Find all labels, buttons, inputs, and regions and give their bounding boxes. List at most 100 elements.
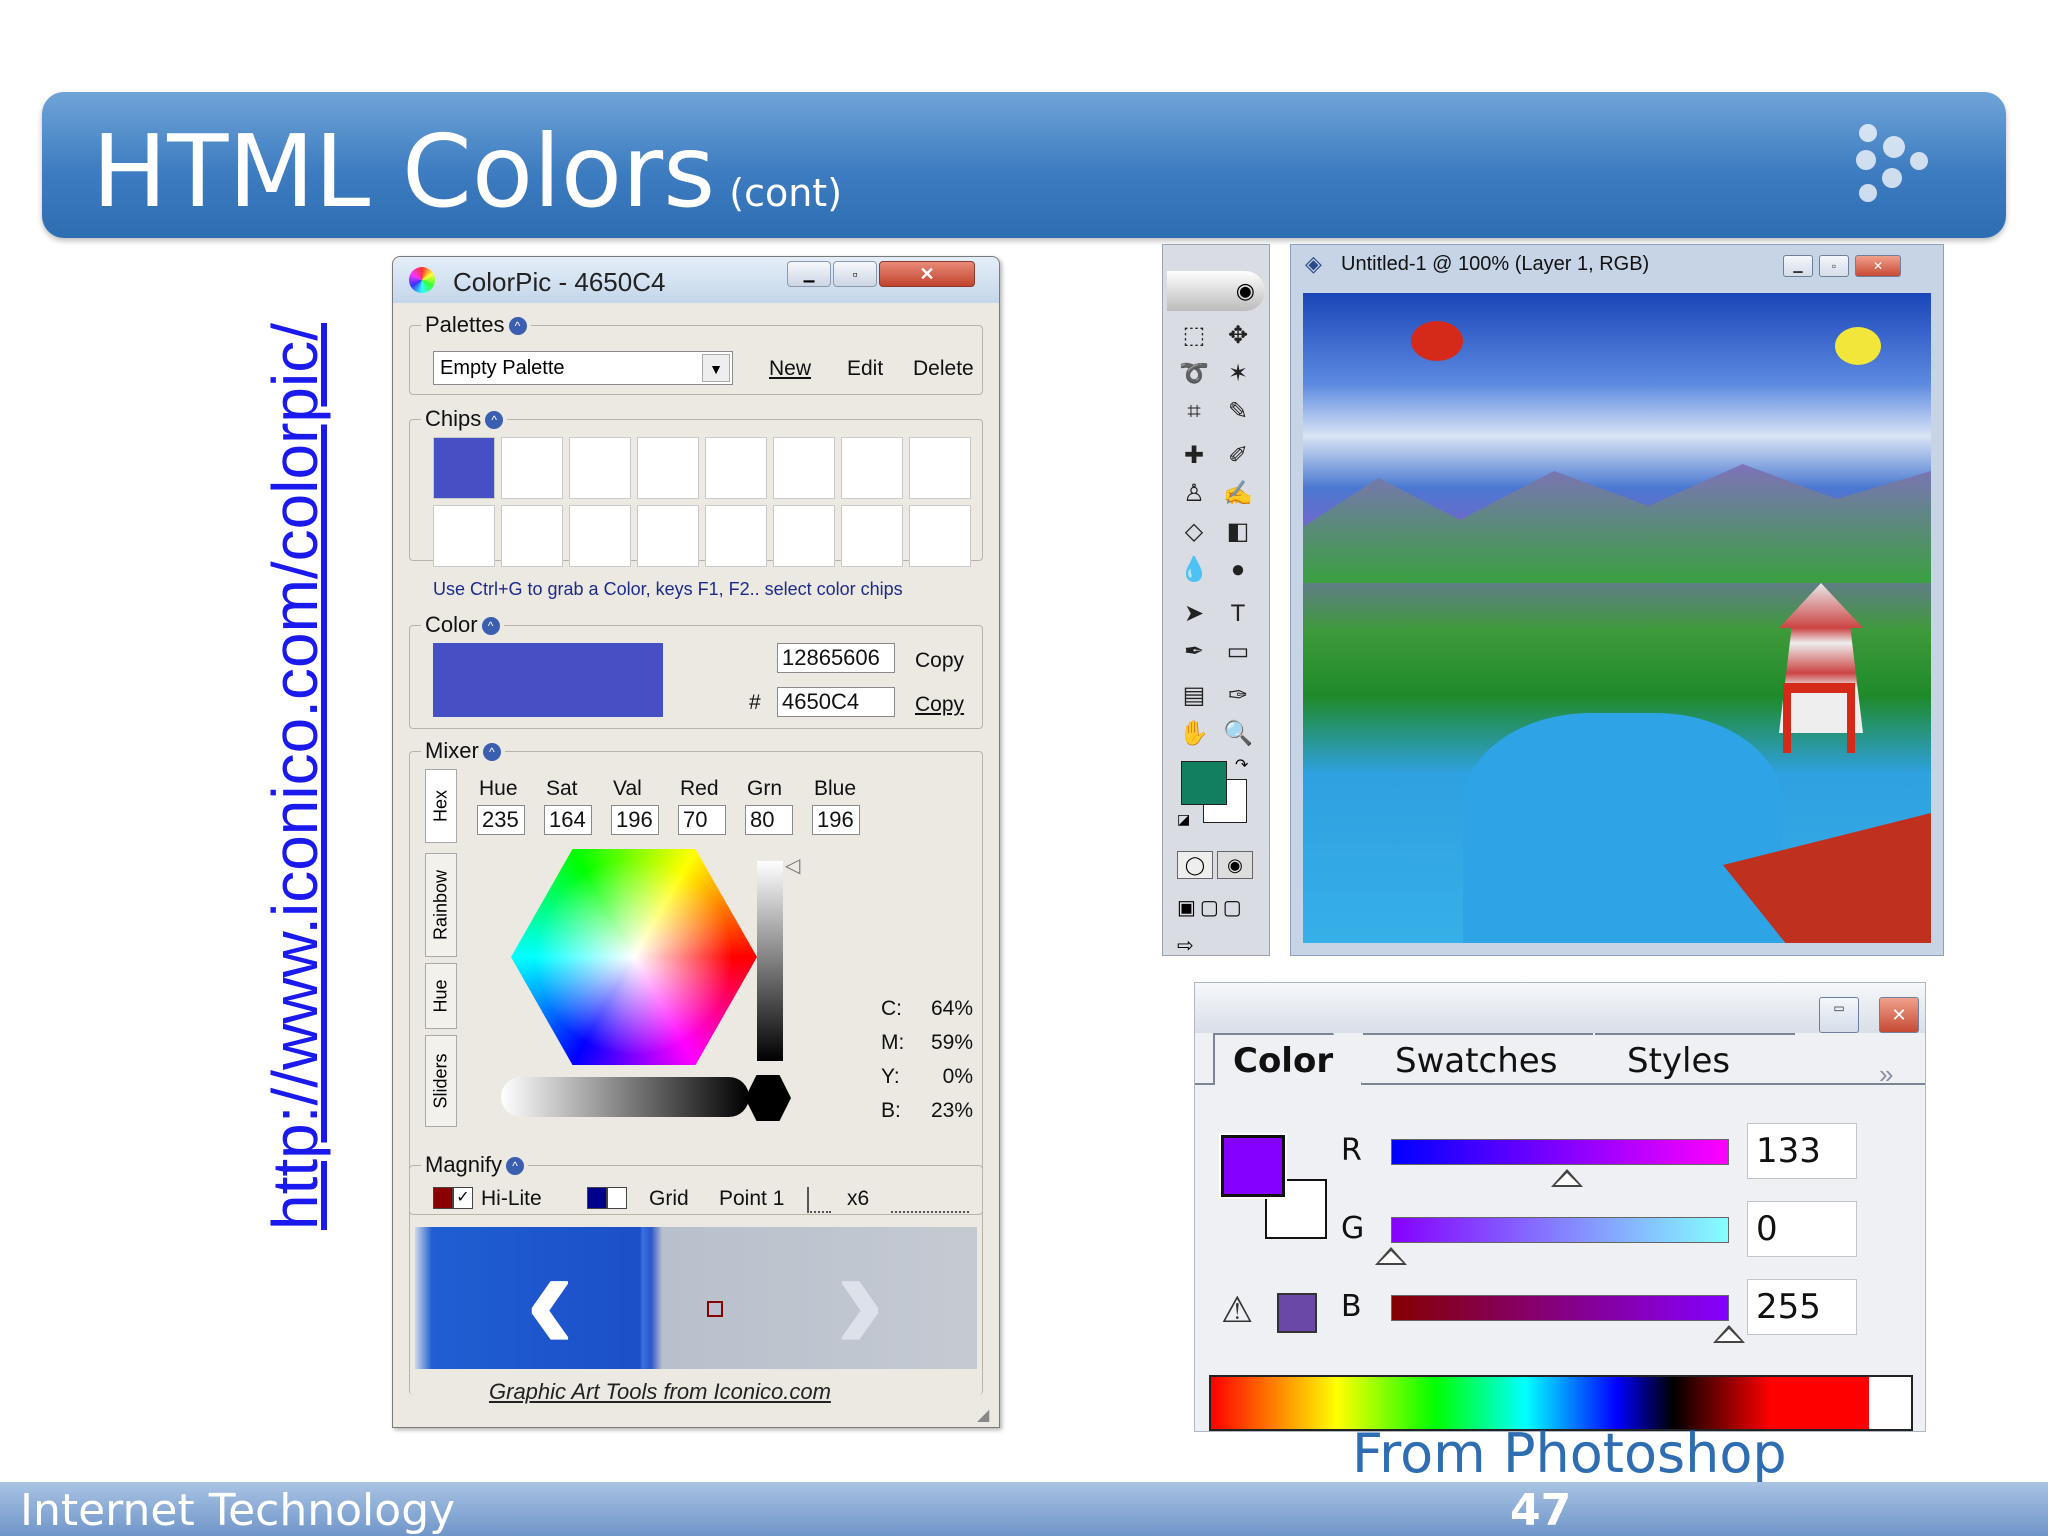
color-chip[interactable] — [501, 505, 563, 567]
swap-colors-icon[interactable]: ↷ — [1235, 755, 1248, 775]
screen-mode-icons[interactable]: ▣▢▢ — [1177, 895, 1246, 920]
doc-maximize-button[interactable]: ▫ — [1819, 255, 1849, 277]
move-tool-icon[interactable]: ✥ — [1221, 319, 1255, 353]
color-chip[interactable] — [569, 505, 631, 567]
hilite-checkbox[interactable]: ✓ — [453, 1187, 473, 1209]
grid-color-chip[interactable] — [587, 1187, 607, 1209]
color-chip[interactable] — [433, 505, 495, 567]
tab-styles[interactable]: Styles — [1595, 1033, 1795, 1085]
mixer-field-input[interactable]: 235 — [477, 805, 525, 835]
color-chip[interactable] — [705, 437, 767, 499]
zoom-slider[interactable] — [891, 1187, 969, 1213]
channel-g-value[interactable]: 0 — [1747, 1201, 1857, 1257]
healing-brush-tool-icon[interactable]: ✚ — [1177, 439, 1211, 473]
channel-b-value[interactable]: 255 — [1747, 1279, 1857, 1335]
foreground-color-chip[interactable] — [1181, 761, 1227, 805]
grayscale-hex-strip[interactable] — [501, 1077, 749, 1117]
color-chip[interactable] — [637, 505, 699, 567]
magic-wand-tool-icon[interactable]: ✶ — [1221, 357, 1255, 391]
panel-close-button[interactable]: ✕ — [1879, 997, 1919, 1033]
hilite-color-chip[interactable] — [433, 1187, 453, 1209]
panel-minimize-button[interactable]: ▭ — [1819, 997, 1859, 1033]
color-chip[interactable] — [841, 505, 903, 567]
decimal-color-field[interactable]: 12865606 — [777, 643, 895, 673]
copy-decimal-button[interactable]: Copy — [915, 649, 964, 673]
point-size-slider[interactable] — [807, 1187, 831, 1213]
channel-b-slider[interactable] — [1391, 1295, 1729, 1321]
palette-delete-button[interactable]: Delete — [913, 357, 974, 381]
standard-mode-icon[interactable]: ◯ — [1177, 851, 1213, 879]
gamut-color-chip[interactable] — [1277, 1293, 1317, 1333]
color-chip[interactable] — [569, 437, 631, 499]
color-chip[interactable] — [909, 505, 971, 567]
quickmask-mode-icon[interactable]: ◉ — [1217, 851, 1253, 879]
hex-color-field[interactable]: 4650C4 — [777, 687, 895, 717]
mixer-field-input[interactable]: 196 — [611, 805, 659, 835]
color-chip[interactable] — [501, 437, 563, 499]
type-tool-icon[interactable]: T — [1221, 597, 1255, 631]
mixer-tab-hex[interactable]: Hex — [425, 769, 457, 843]
gradient-tool-icon[interactable]: ◧ — [1221, 515, 1255, 549]
panel-menu-icon[interactable]: » — [1879, 1059, 1893, 1090]
shape-tool-icon[interactable]: ▭ — [1221, 635, 1255, 669]
document-canvas-image[interactable] — [1303, 293, 1931, 943]
color-chip[interactable] — [773, 437, 835, 499]
clone-stamp-tool-icon[interactable]: ♙ — [1177, 477, 1211, 511]
color-chip[interactable] — [705, 505, 767, 567]
marquee-tool-icon[interactable]: ⬚ — [1177, 319, 1211, 353]
chevron-down-icon[interactable]: ▼ — [702, 354, 730, 382]
crop-tool-icon[interactable]: ⌗ — [1177, 395, 1211, 429]
value-slider[interactable] — [757, 861, 783, 1061]
mixer-tab-rainbow[interactable]: Rainbow — [425, 853, 457, 957]
slice-tool-icon[interactable]: ✎ — [1221, 395, 1255, 429]
tab-swatches[interactable]: Swatches — [1363, 1033, 1593, 1085]
color-chip[interactable] — [637, 437, 699, 499]
channel-r-handle[interactable] — [1551, 1169, 1584, 1187]
mixer-field-input[interactable]: 70 — [678, 805, 726, 835]
color-chip[interactable] — [841, 437, 903, 499]
copy-hex-button[interactable]: Copy — [915, 693, 964, 717]
minimize-button[interactable]: ▁ — [787, 261, 831, 287]
grid-checkbox[interactable] — [607, 1187, 627, 1209]
tab-color[interactable]: Color — [1213, 1033, 1363, 1085]
jump-to-icon[interactable]: ⇨ — [1177, 933, 1194, 958]
channel-r-slider[interactable] — [1391, 1139, 1729, 1165]
hand-tool-icon[interactable]: ✋ — [1177, 717, 1211, 751]
zoom-tool-icon[interactable]: 🔍 — [1221, 717, 1255, 751]
lasso-tool-icon[interactable]: ➰ — [1177, 357, 1211, 391]
value-slider-handle[interactable]: ◁ — [785, 853, 800, 878]
mixer-field-input[interactable]: 164 — [544, 805, 592, 835]
color-chip[interactable] — [773, 505, 835, 567]
mixer-tab-sliders[interactable]: Sliders — [425, 1035, 457, 1127]
brush-tool-icon[interactable]: ✐ — [1221, 439, 1255, 473]
path-selection-tool-icon[interactable]: ➤ — [1177, 597, 1211, 631]
mixer-field-input[interactable]: 196 — [812, 805, 860, 835]
color-chip[interactable] — [433, 437, 495, 499]
channel-b-handle[interactable] — [1713, 1325, 1745, 1343]
palette-edit-button[interactable]: Edit — [847, 357, 883, 381]
foreground-swatch[interactable] — [1219, 1133, 1287, 1199]
resize-grip-icon[interactable]: ◢ — [977, 1405, 989, 1425]
channel-g-handle[interactable] — [1375, 1247, 1407, 1265]
notes-tool-icon[interactable]: ▤ — [1177, 679, 1211, 713]
doc-close-button[interactable]: ✕ — [1855, 255, 1901, 277]
default-colors-icon[interactable]: ◪ — [1177, 811, 1190, 828]
mixer-field-input[interactable]: 80 — [745, 805, 793, 835]
mixer-tab-hue[interactable]: Hue — [425, 963, 457, 1029]
dodge-tool-icon[interactable]: ● — [1221, 553, 1255, 587]
toolbox-header[interactable]: ◉ — [1167, 271, 1265, 311]
close-button[interactable]: ✕ — [879, 261, 975, 287]
iconico-footer-link[interactable]: Graphic Art Tools from Iconico.com — [489, 1379, 831, 1405]
history-brush-tool-icon[interactable]: ✍ — [1221, 477, 1255, 511]
doc-minimize-button[interactable]: ▁ — [1783, 255, 1813, 277]
eraser-tool-icon[interactable]: ◇ — [1177, 515, 1211, 549]
channel-g-slider[interactable] — [1391, 1217, 1729, 1243]
gamut-warning-icon[interactable]: ⚠ — [1221, 1289, 1253, 1331]
blur-tool-icon[interactable]: 💧 — [1177, 553, 1211, 587]
palette-select[interactable]: Empty Palette ▼ — [433, 351, 733, 385]
colorpic-titlebar[interactable]: ColorPic - 4650C4 ▁ ▫ ✕ — [393, 257, 999, 303]
color-chip[interactable] — [909, 437, 971, 499]
pen-tool-icon[interactable]: ✒ — [1177, 635, 1211, 669]
colorpic-url-link[interactable]: http://www.iconico.com/colorpic/ — [259, 323, 331, 1230]
magnifier-preview[interactable]: ‹ › — [415, 1227, 977, 1369]
